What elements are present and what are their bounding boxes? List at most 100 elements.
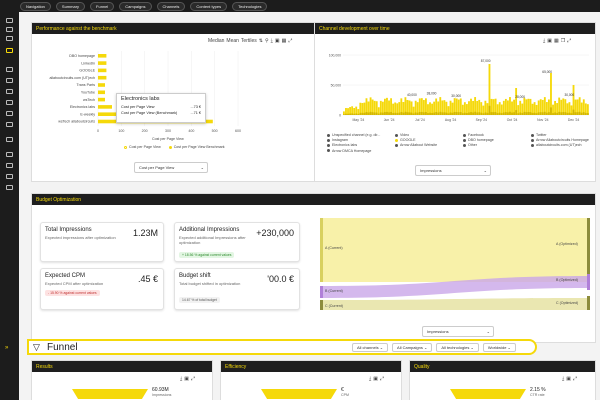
sankey-node-c-optimized[interactable] bbox=[587, 296, 590, 310]
legend-item[interactable]: Cost per Page View Benchmark bbox=[174, 145, 225, 149]
y-category-label: GOOGLE bbox=[79, 69, 95, 73]
wrench-icon[interactable] bbox=[6, 152, 13, 157]
download-icon[interactable]: ⤓ bbox=[180, 376, 182, 382]
channel-column-segment bbox=[558, 111, 561, 115]
sankey-node-b-current[interactable] bbox=[320, 286, 323, 298]
table-export-icon[interactable]: ▦ bbox=[282, 38, 287, 44]
legend-item[interactable]: Arrow Allabout Website bbox=[395, 143, 437, 147]
table-export-icon[interactable]: ▦ bbox=[554, 38, 559, 44]
benchmark-bar[interactable] bbox=[98, 83, 105, 87]
legend-marker bbox=[395, 133, 398, 137]
legend-item[interactable]: Electronics labs bbox=[327, 143, 357, 147]
legend-item[interactable]: allaboutcircuits.com (UT)ech bbox=[531, 143, 582, 147]
sankey-flow-a-to-a[interactable] bbox=[323, 218, 587, 282]
legend-marker bbox=[327, 138, 330, 142]
sankey-node-b-optimized[interactable] bbox=[587, 274, 590, 290]
channel-column-segment bbox=[363, 112, 366, 115]
gear-icon[interactable] bbox=[6, 174, 13, 179]
channel-column-segment bbox=[529, 112, 532, 115]
download-icon[interactable]: ⤓ bbox=[562, 376, 564, 382]
sankey-node-a-optimized[interactable] bbox=[587, 218, 590, 282]
tertiles-toggle[interactable]: Tertiles bbox=[241, 38, 257, 44]
link-icon[interactable] bbox=[6, 163, 13, 168]
benchmark-bar[interactable] bbox=[98, 54, 107, 58]
download-icon[interactable]: ⤓ bbox=[543, 38, 545, 44]
legend-item[interactable]: Twitter bbox=[531, 133, 547, 137]
budget-metric-select[interactable]: Impressions ⌄ bbox=[422, 326, 494, 337]
legend-item[interactable]: Arrow DMCA Homepage bbox=[327, 149, 371, 153]
legend-marker bbox=[395, 143, 398, 147]
image-export-icon[interactable]: ▣ bbox=[547, 38, 552, 44]
chevron-down-icon: ⌄ bbox=[483, 168, 487, 173]
nav-content-types-button[interactable]: Content types bbox=[190, 1, 228, 11]
channel-metric-select[interactable]: Impressions ⌄ bbox=[415, 165, 491, 176]
dashboard-icon[interactable] bbox=[6, 27, 13, 32]
sankey-node-c-current[interactable] bbox=[320, 300, 323, 310]
quality-card: Quality ⤓ ▣ ⤢ 2.15 % CTR rate bbox=[409, 360, 596, 400]
benchmark-bar[interactable] bbox=[98, 105, 112, 109]
nav-technologies-button[interactable]: Technologies bbox=[232, 1, 268, 11]
region-filter-dropdown[interactable]: Worldwide ⌄ bbox=[482, 343, 516, 352]
image-export-icon[interactable]: ▣ bbox=[275, 38, 280, 44]
channel-column-segment bbox=[504, 112, 507, 115]
globe-icon[interactable] bbox=[6, 122, 13, 127]
legend-label: Arrow Allaboutcircuits Homepage bbox=[536, 138, 589, 143]
search-icon[interactable] bbox=[6, 67, 13, 72]
chart-icon[interactable] bbox=[6, 48, 13, 53]
user-icon[interactable] bbox=[6, 185, 13, 190]
benchmark-bar[interactable] bbox=[98, 90, 105, 95]
metric-select[interactable]: Cost per Page View ⌄ bbox=[134, 162, 208, 173]
benchmark-bar[interactable] bbox=[98, 97, 105, 102]
sort-icon[interactable]: ⇅ bbox=[259, 38, 263, 44]
expand-icon[interactable]: ⤢ bbox=[191, 376, 195, 382]
legend-item[interactable]: Arrow Allaboutcircuits Homepage bbox=[531, 138, 589, 142]
median-toggle[interactable]: Median bbox=[208, 38, 224, 44]
nav-funnel-button[interactable]: Funnel bbox=[90, 1, 115, 11]
image-export-icon[interactable]: ▣ bbox=[184, 376, 189, 382]
copy-icon[interactable]: ❐ bbox=[561, 38, 565, 44]
nav-channels-button[interactable]: Channels bbox=[156, 1, 186, 11]
legend-item[interactable]: Cost per Page View bbox=[129, 145, 161, 149]
download-icon[interactable]: ⤓ bbox=[271, 38, 273, 44]
table-icon[interactable] bbox=[6, 111, 13, 116]
legend-item[interactable]: GOOGLE bbox=[395, 138, 416, 142]
tag-icon[interactable] bbox=[6, 137, 13, 142]
legend-item[interactable]: Other bbox=[463, 143, 477, 147]
channel-filter-dropdown[interactable]: All channels ⌄ bbox=[352, 343, 389, 352]
benchmark-bar[interactable] bbox=[98, 61, 107, 65]
nav-navigation-button[interactable]: Navigation bbox=[20, 1, 51, 11]
sankey-node-a-current[interactable] bbox=[320, 218, 323, 282]
legend-item[interactable]: DBO homepage bbox=[463, 138, 494, 142]
expand-icon[interactable]: ⤢ bbox=[380, 376, 384, 382]
expand-icon[interactable]: ⤢ bbox=[288, 38, 292, 44]
folder-icon[interactable] bbox=[6, 100, 13, 105]
image-export-icon[interactable]: ▣ bbox=[566, 376, 571, 382]
expand-icon[interactable]: ⤢ bbox=[573, 376, 577, 382]
benchmark-bar[interactable] bbox=[98, 75, 107, 80]
channel-column-segment bbox=[433, 112, 436, 115]
tooltip-row-value: ...73 € bbox=[190, 105, 201, 109]
campaign-filter-dropdown[interactable]: All Campaigns ⌄ bbox=[392, 343, 433, 352]
calendar-icon[interactable] bbox=[6, 36, 13, 41]
list-icon[interactable] bbox=[6, 78, 13, 83]
download-icon[interactable]: ⤓ bbox=[369, 376, 371, 382]
sankey-flow-c-to-c[interactable] bbox=[323, 298, 587, 310]
filter-icon[interactable]: ⚲ bbox=[265, 38, 269, 44]
technology-filter-dropdown[interactable]: All technologies ⌄ bbox=[436, 343, 479, 352]
image-export-icon[interactable]: ▣ bbox=[373, 376, 378, 382]
legend-item[interactable]: Unspecified channel (e.g. dir... bbox=[327, 133, 380, 137]
benchmark-bar[interactable] bbox=[98, 68, 107, 73]
legend-item[interactable]: Facebook bbox=[463, 133, 484, 137]
home-icon[interactable] bbox=[6, 18, 13, 23]
legend-item[interactable]: Instagram bbox=[327, 138, 348, 142]
kpi-subtitle: Expected CPM after optimization bbox=[45, 281, 104, 286]
mean-toggle[interactable]: Mean bbox=[226, 38, 239, 44]
nav-summary-button[interactable]: Summary bbox=[55, 1, 86, 11]
legend-item[interactable]: Video bbox=[395, 133, 409, 137]
document-icon[interactable] bbox=[6, 89, 13, 94]
expand-sidebar-icon[interactable]: » bbox=[5, 345, 8, 351]
nav-campaigns-button[interactable]: Campaigns bbox=[119, 1, 152, 11]
expand-icon[interactable]: ⤢ bbox=[567, 38, 571, 44]
x-tick-label: May '24 bbox=[352, 118, 364, 122]
results-metric-label: Impressions bbox=[152, 393, 172, 397]
